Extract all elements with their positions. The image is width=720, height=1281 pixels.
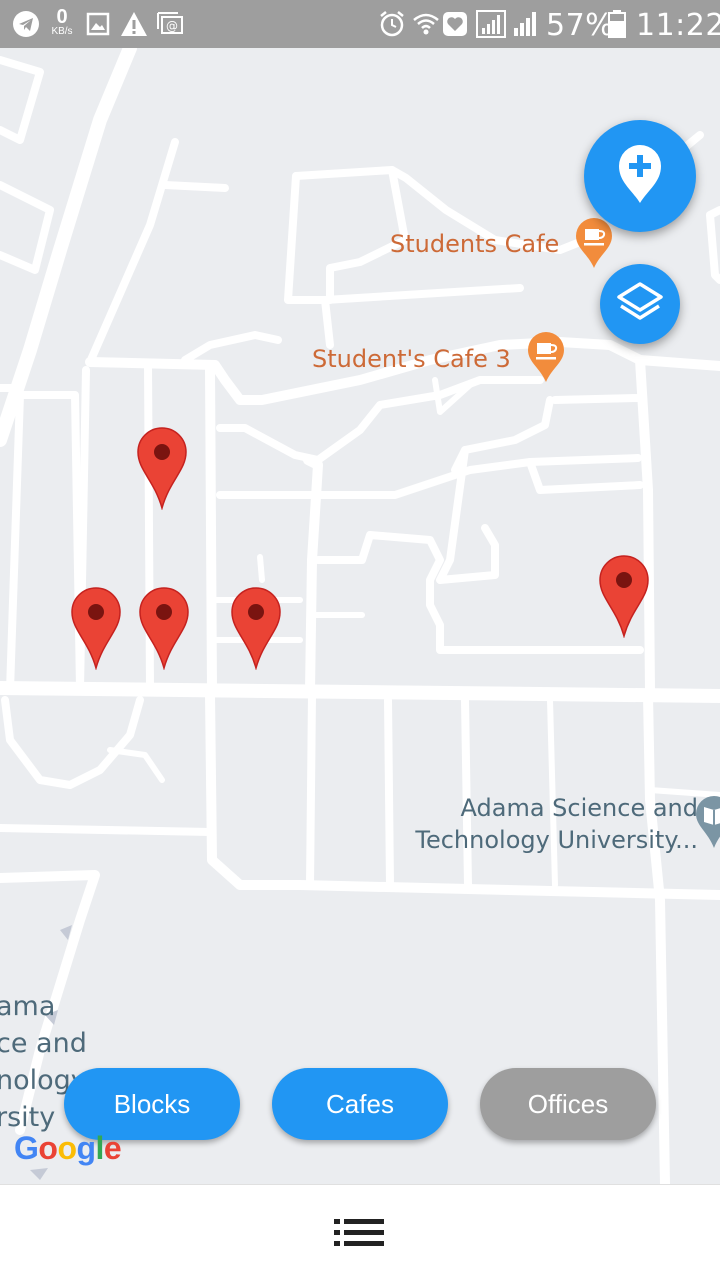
map-marker[interactable]: [136, 426, 188, 511]
map-marker[interactable]: [230, 586, 282, 671]
battery-icon: [608, 10, 626, 38]
filter-cafes-button[interactable]: Cafes: [272, 1068, 448, 1140]
status-bar: 0 KB/s @ 57% 11:22: [0, 0, 720, 48]
net-speed: 0 KB/s: [46, 6, 78, 38]
telegram-icon: [12, 10, 40, 38]
map-marker[interactable]: [138, 586, 190, 671]
google-logo: Google: [14, 1130, 122, 1166]
alarm-icon: [378, 10, 406, 38]
email-icon: @: [156, 10, 184, 38]
poi-label-students-cafe[interactable]: Students Cafe: [390, 230, 559, 258]
warning-icon: [120, 10, 148, 38]
wifi-icon: [412, 10, 440, 38]
add-location-icon: [618, 144, 662, 209]
university-icon[interactable]: [694, 794, 720, 855]
heart-icon: [442, 10, 468, 38]
layers-icon: [617, 281, 663, 327]
cafe-icon[interactable]: [574, 216, 614, 275]
partial-label-line: ce and: [0, 1028, 87, 1059]
filter-offices-button[interactable]: Offices: [480, 1068, 656, 1140]
image-icon: [86, 10, 110, 38]
bottom-bar: [0, 1184, 720, 1281]
svg-text:@: @: [166, 19, 178, 33]
map-marker[interactable]: [598, 554, 650, 639]
cafe-icon[interactable]: [526, 330, 566, 389]
layers-button[interactable]: [600, 264, 680, 344]
menu-list-icon[interactable]: [334, 1217, 386, 1249]
add-marker-button[interactable]: [584, 120, 696, 232]
map-view[interactable]: Students Cafe Student's Cafe 3 Adama Sci…: [0, 48, 720, 1184]
signal-icon: [476, 10, 506, 38]
signal-icon: [512, 10, 540, 38]
map-marker[interactable]: [70, 586, 122, 671]
battery-percent: 57%: [546, 8, 615, 43]
net-speed-value: 0: [56, 6, 68, 28]
clock: 11:22: [636, 8, 720, 43]
poi-label-students-cafe-3[interactable]: Student's Cafe 3: [312, 345, 511, 373]
poi-label-university[interactable]: Adama Science and Technology University.…: [408, 792, 698, 856]
partial-label-line: ama: [0, 991, 56, 1022]
net-speed-unit: KB/s: [51, 26, 73, 37]
